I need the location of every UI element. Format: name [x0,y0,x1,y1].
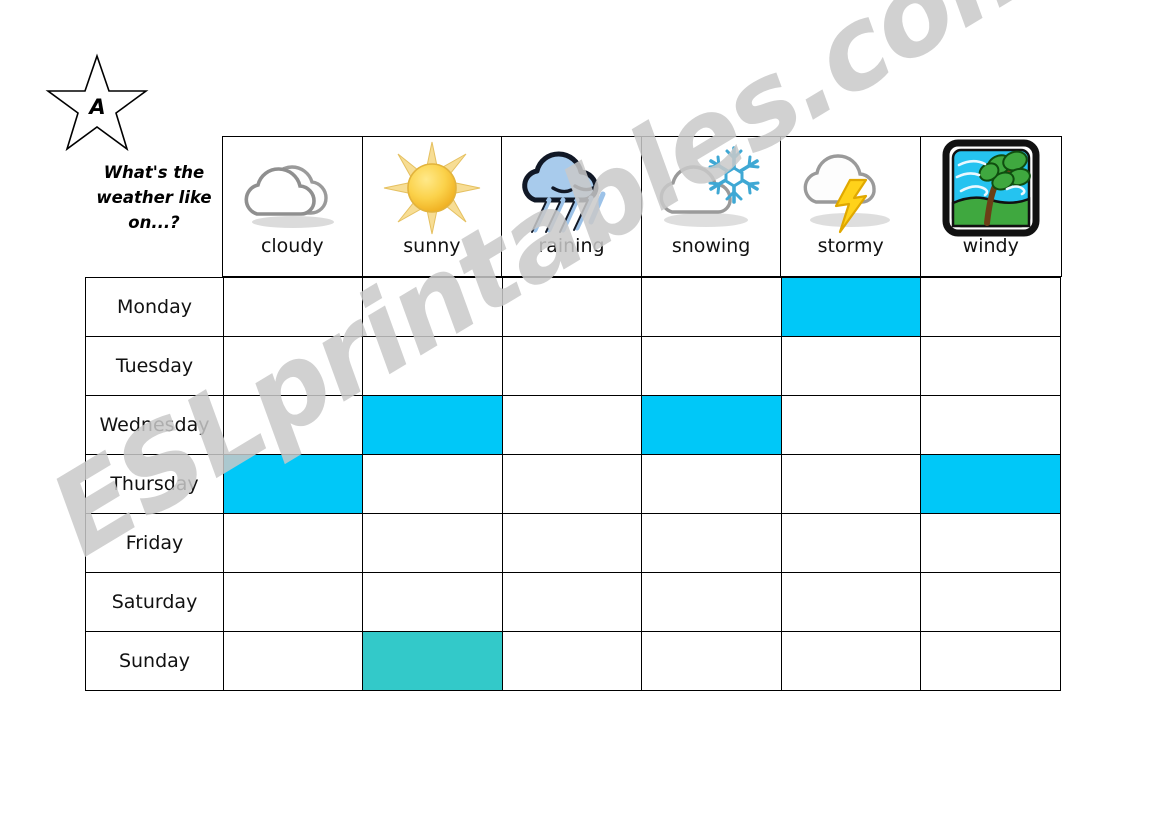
sunny-icon [363,137,502,237]
cell-monday-snowing[interactable] [641,278,782,337]
cell-wednesday-raining[interactable] [501,395,643,455]
snowing-icon [642,137,781,237]
cell-wednesday-snowing[interactable] [641,395,782,455]
cell-sunday-cloudy[interactable] [222,631,364,690]
cell-sunday-raining[interactable] [501,631,643,690]
cell-tuesday-stormy[interactable] [780,336,922,396]
cell-saturday-windy[interactable] [920,572,1060,632]
cell-saturday-sunny[interactable] [362,572,503,632]
cell-thursday-windy[interactable] [920,454,1060,514]
table-row: Saturday [86,572,1060,632]
windy-icon [921,137,1061,237]
day-label-tuesday: Tuesday [86,336,224,396]
table-row: Thursday [86,454,1060,514]
weather-header-row: cloudy sunny raining snowing stormy wind… [222,136,1062,277]
column-header-label: sunny [403,235,461,257]
column-header-raining: raining [502,137,642,276]
cell-sunday-sunny[interactable] [362,631,503,690]
weather-table: Monday Tuesday Wednesday Thursday Friday Satu… [86,278,1060,690]
table-row: Friday [86,513,1060,573]
cell-sunday-stormy[interactable] [780,631,922,690]
cell-friday-raining[interactable] [501,513,643,573]
raining-icon [502,137,641,237]
cell-wednesday-sunny[interactable] [362,395,503,455]
prompt-question: What's the weather like on...? [96,163,212,232]
cell-friday-snowing[interactable] [641,513,782,573]
cell-tuesday-raining[interactable] [501,336,643,396]
column-header-label: windy [962,235,1019,257]
cell-tuesday-snowing[interactable] [641,336,782,396]
cell-thursday-raining[interactable] [501,454,643,514]
star-badge: A [45,53,150,153]
day-label-monday: Monday [86,278,224,337]
table-row: Wednesday [86,395,1060,455]
cell-wednesday-stormy[interactable] [780,395,922,455]
column-header-sunny: sunny [362,137,503,276]
table-row: Sunday [86,631,1060,690]
stormy-icon [781,137,920,237]
cell-monday-stormy[interactable] [780,278,922,337]
column-header-snowing: snowing [641,137,782,276]
cell-monday-raining[interactable] [501,278,643,337]
cell-monday-sunny[interactable] [362,278,503,337]
cell-sunday-snowing[interactable] [641,631,782,690]
table-row: Tuesday [86,336,1060,396]
column-header-label: stormy [817,235,884,257]
cell-friday-cloudy[interactable] [222,513,364,573]
day-label-sunday: Sunday [86,631,224,690]
cell-thursday-sunny[interactable] [362,454,503,514]
cell-wednesday-windy[interactable] [920,395,1060,455]
day-label-friday: Friday [86,513,224,573]
day-label-thursday: Thursday [86,454,224,514]
weather-grid: Monday Tuesday Wednesday Thursday Friday Satu… [85,277,1061,691]
cell-wednesday-cloudy[interactable] [222,395,364,455]
cell-thursday-cloudy[interactable] [222,454,364,514]
cell-saturday-snowing[interactable] [641,572,782,632]
table-row: Monday [86,278,1060,337]
cell-tuesday-windy[interactable] [920,336,1060,396]
cell-monday-windy[interactable] [920,278,1060,337]
cell-tuesday-sunny[interactable] [362,336,503,396]
cell-saturday-stormy[interactable] [780,572,922,632]
column-header-stormy: stormy [781,137,921,276]
cell-friday-windy[interactable] [920,513,1060,573]
cell-saturday-cloudy[interactable] [222,572,364,632]
day-label-wednesday: Wednesday [86,395,224,455]
column-header-label: snowing [671,235,751,257]
column-header-label: cloudy [260,235,324,257]
column-header-label: raining [538,235,605,257]
cell-monday-cloudy[interactable] [222,278,364,337]
cell-friday-sunny[interactable] [362,513,503,573]
star-badge-letter: A [89,95,106,119]
cell-thursday-stormy[interactable] [780,454,922,514]
column-header-cloudy: cloudy [223,137,363,276]
cell-friday-stormy[interactable] [780,513,922,573]
column-header-windy: windy [920,137,1061,276]
cloudy-icon [223,137,362,237]
cell-sunday-windy[interactable] [920,631,1060,690]
cell-thursday-snowing[interactable] [641,454,782,514]
day-label-saturday: Saturday [86,572,224,632]
cell-saturday-raining[interactable] [501,572,643,632]
cell-tuesday-cloudy[interactable] [222,336,364,396]
